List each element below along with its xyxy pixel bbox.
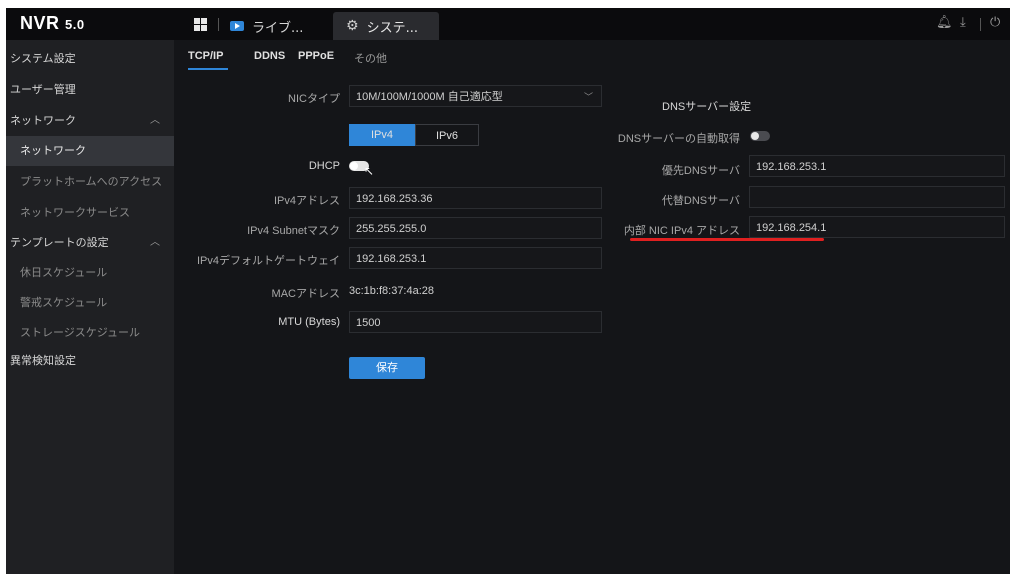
dns-auto-toggle[interactable] [750,131,770,141]
preferred-dns-label: 優先DNSサーバ [661,165,740,177]
tab-system-label: システ... [366,20,418,36]
alternate-dns-label: 代替DNSサーバ [661,195,740,207]
sidebar-item-network-group[interactable]: ネットワーク ︿ [6,106,174,136]
sidebar-item-template-settings[interactable]: テンプレートの設定 ︿ [6,228,174,258]
ipv6-toggle-button[interactable]: IPv6 [415,124,479,146]
mtu-input[interactable]: 1500 [349,311,602,333]
sidebar-item-user-management[interactable]: ユーザー管理 [6,75,174,105]
ipv4-toggle-button[interactable]: IPv4 [349,124,415,146]
dhcp-label: DHCP [308,160,340,172]
sidebar: システム設定 ユーザー管理 ネットワーク ︿ ネットワーク プラットホームへのアク… [6,40,174,574]
tab-pppoe[interactable]: PPPoE [298,50,334,62]
active-tab-indicator [188,68,228,70]
sidebar-item-network[interactable]: ネットワーク [6,136,174,166]
mac-address-label: MACアドレス [271,288,340,300]
alternate-dns-input[interactable] [749,186,1005,208]
chevron-down-icon: ﹀ [583,92,593,102]
nic-type-value: 10M/100M/1000M 自己適応型 [356,91,503,103]
gear-icon: ⚙ [346,18,359,34]
divider [218,18,219,31]
mtu-label: MTU (Bytes) [278,316,340,328]
default-gateway-input[interactable]: 192.168.253.1 [349,247,602,269]
tab-ddns[interactable]: DDNS [254,50,285,62]
bell-icon[interactable]: 🔔︎ [936,15,953,30]
nic-type-select[interactable]: 10M/100M/1000M 自己適応型 ﹀ [349,85,602,107]
ipv4-address-input[interactable]: 192.168.253.36 [349,187,602,209]
power-icon[interactable]: ⏻ [990,15,1000,30]
live-view-icon [230,21,244,31]
subnet-mask-label: IPv4 Subnetマスク [247,225,340,237]
download-icon[interactable]: ⤓ [960,15,966,30]
app-logo: NVR 5.0 [20,13,85,33]
ipv4-address-label: IPv4アドレス [273,195,340,207]
tab-tcpip[interactable]: TCP/IP [188,50,223,62]
tab-other[interactable]: その他 [354,50,387,66]
nic-type-label: NICタイプ [288,93,340,105]
sidebar-item-storage-schedule[interactable]: ストレージスケジュール [6,318,174,348]
divider [980,18,981,31]
sidebar-item-platform-access[interactable]: プラットホームへのアクセス [6,167,174,197]
tab-live[interactable]: ライブ... [230,12,303,40]
sidebar-item-system-settings[interactable]: システム設定 [6,44,174,74]
sidebar-item-exception-settings[interactable]: 異常検知設定 [6,346,174,376]
top-bar: NVR 5.0 ライブ... ⚙ システ... 🔔︎ ⤓ ⏻ [6,8,1010,40]
save-button[interactable]: 保存 [349,357,425,379]
app-window: NVR 5.0 ライブ... ⚙ システ... 🔔︎ ⤓ ⏻ システム設定 ユー… [6,8,1010,574]
dns-settings-title: DNSサーバー設定 [662,101,752,113]
sidebar-item-alert-schedule[interactable]: 警戒スケジュール [6,288,174,318]
main-content: TCP/IP DDNS PPPoE その他 NICタイプ 10M/100M/10… [174,40,1010,574]
preferred-dns-input[interactable]: 192.168.253.1 [749,155,1005,177]
sidebar-item-network-service[interactable]: ネットワークサービス [6,198,174,228]
default-gateway-label: IPv4デフォルトゲートウェイ [196,255,340,267]
subnet-mask-input[interactable]: 255.255.255.0 [349,217,602,239]
internal-nic-ipv4-label: 内部 NIC IPv4 アドレス [623,225,740,237]
chevron-up-icon: ︿ [150,237,160,248]
sidebar-item-holiday-schedule[interactable]: 休日スケジュール [6,258,174,288]
internal-nic-ipv4-input[interactable]: 192.168.254.1 [749,216,1005,238]
red-annotation-underline [630,238,824,241]
mouse-cursor-icon: ↖ [364,164,375,178]
grid-menu-icon[interactable] [194,18,207,31]
tab-system[interactable]: ⚙ システ... [333,12,439,40]
tab-live-label: ライブ... [252,20,304,36]
dns-auto-label: DNSサーバーの自動取得 [617,133,740,145]
mac-address-value: 3c:1b:f8:37:4a:28 [349,285,435,297]
chevron-up-icon: ︿ [150,115,160,126]
